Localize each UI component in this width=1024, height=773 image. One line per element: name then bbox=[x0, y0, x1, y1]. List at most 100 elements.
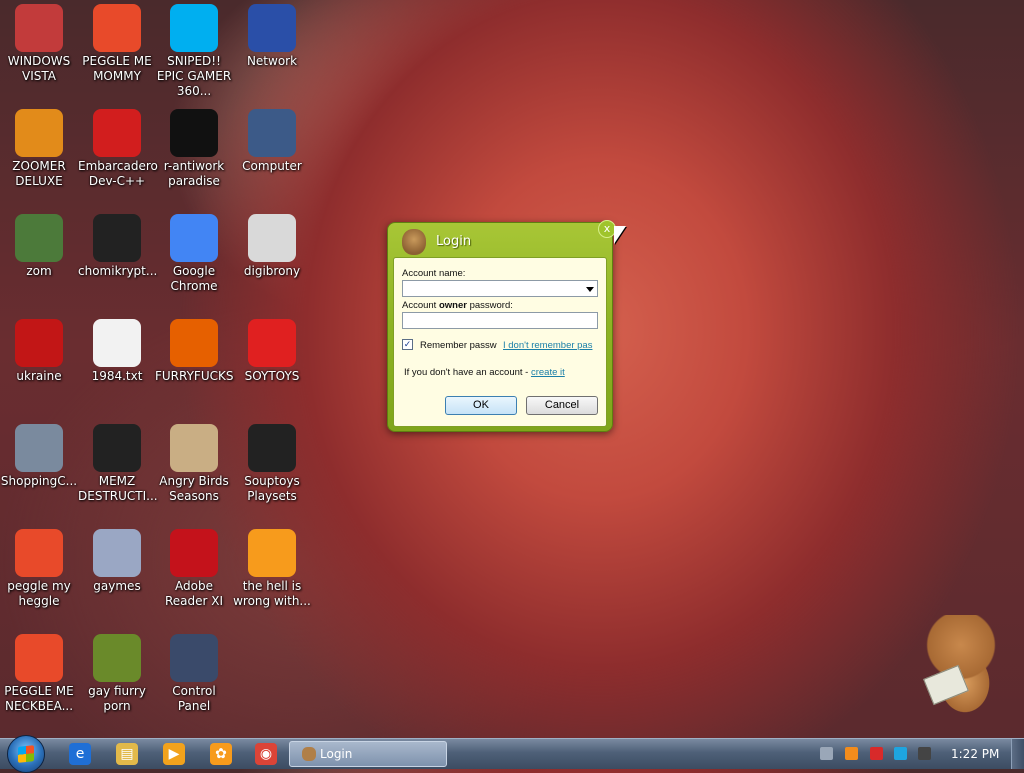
account-name-label: Account name: bbox=[402, 268, 466, 279]
desktop-icon[interactable]: the hell is wrong with... bbox=[233, 529, 311, 609]
digibrony-icon bbox=[248, 214, 296, 262]
games-folder-icon bbox=[93, 529, 141, 577]
desktop-icon[interactable]: FURRYFUCKS bbox=[155, 319, 233, 384]
volume-tray-icon[interactable] bbox=[918, 747, 931, 760]
hamster-gadget-icon[interactable] bbox=[923, 615, 1005, 715]
create-account-link[interactable]: create it bbox=[531, 367, 565, 378]
desktop-icon[interactable]: Google Chrome bbox=[155, 214, 233, 294]
desktop-icon[interactable]: r-antiwork paradise bbox=[155, 109, 233, 189]
text-file-icon bbox=[93, 319, 141, 367]
search-tray-icon[interactable] bbox=[845, 747, 858, 760]
desktop-icon-label: MEMZ DESTRUCTI... bbox=[78, 474, 158, 503]
desktop-icon[interactable]: 1984.txt bbox=[78, 319, 156, 384]
internet-explorer-icon[interactable]: e bbox=[69, 743, 91, 765]
desktop-icon[interactable]: peggle my heggle bbox=[0, 529, 78, 609]
desktop-icon[interactable]: digibrony bbox=[233, 214, 311, 279]
cancel-button[interactable]: Cancel bbox=[526, 396, 598, 415]
soytoys-icon bbox=[248, 319, 296, 367]
desktop-icon-label: the hell is wrong with... bbox=[233, 579, 311, 608]
desktop-icon-label: FURRYFUCKS bbox=[155, 369, 234, 383]
desktop-icon[interactable]: zom bbox=[0, 214, 78, 279]
desktop-icon-label: Control Panel bbox=[172, 684, 216, 713]
explorer-folder-icon[interactable]: ▤ bbox=[116, 743, 138, 765]
desktop-icon-label: ZOOMER DELUXE bbox=[12, 159, 66, 188]
skype-icon bbox=[170, 4, 218, 52]
media-player-icon[interactable]: ▶ bbox=[163, 743, 185, 765]
desktop-icon[interactable]: Control Panel bbox=[155, 634, 233, 714]
chevron-down-icon[interactable] bbox=[586, 287, 594, 292]
desktop-icon-label: 1984.txt bbox=[91, 369, 143, 383]
network-tray-icon[interactable] bbox=[820, 747, 833, 760]
desktop-icon[interactable]: chomikrypt... bbox=[78, 214, 158, 279]
radiation-icon bbox=[15, 319, 63, 367]
desktop-icon[interactable]: gay fiurry porn bbox=[78, 634, 156, 714]
desktop-icon-label: Souptoys Playsets bbox=[244, 474, 300, 503]
firefox-icon bbox=[170, 319, 218, 367]
taskbar-login-button[interactable]: Login bbox=[289, 741, 447, 767]
desktop-icon[interactable]: SOYTOYS bbox=[233, 319, 311, 384]
desktop-icon[interactable]: PEGGLE ME NECKBEA... bbox=[0, 634, 78, 714]
desktop-icon-label: Embarcadero Dev-C++ bbox=[78, 159, 158, 188]
desktop-icon[interactable]: Embarcadero Dev-C++ bbox=[78, 109, 158, 189]
desktop-icon-label: gaymes bbox=[93, 579, 141, 593]
desktop-icon-label: chomikrypt... bbox=[78, 264, 158, 278]
network-icon bbox=[248, 4, 296, 52]
desktop-icon[interactable]: ZOOMER DELUXE bbox=[0, 109, 78, 189]
desktop-icon-label: peggle my heggle bbox=[7, 579, 71, 608]
desktop-icon-label: Computer bbox=[242, 159, 302, 173]
login-dialog: Login x Account name: Account owner pass… bbox=[387, 220, 616, 432]
no-account-text: If you don't have an account - create it bbox=[404, 367, 565, 378]
remember-password-checkbox[interactable]: ✓ bbox=[402, 339, 413, 350]
hamster-app-icon bbox=[302, 747, 316, 761]
desktop-icon-label: Adobe Reader XI bbox=[164, 579, 224, 608]
desktop-icon[interactable]: Adobe Reader XI bbox=[155, 529, 233, 609]
desktop-icon-label: Angry Birds Seasons bbox=[159, 474, 229, 503]
souptoys-icon bbox=[248, 424, 296, 472]
taskbar-login-label: Login bbox=[320, 747, 353, 761]
chrome-icon bbox=[170, 214, 218, 262]
desktop-icon[interactable]: ukraine bbox=[0, 319, 78, 384]
computer-icon bbox=[248, 109, 296, 157]
antiwork-icon bbox=[170, 109, 218, 157]
desktop-icon[interactable]: Souptoys Playsets bbox=[233, 424, 311, 504]
desktop-icon-label: SNIPED!! EPIC GAMER 360... bbox=[156, 54, 232, 98]
zom-icon bbox=[15, 214, 63, 262]
desktop-icon[interactable]: gaymes bbox=[78, 529, 156, 594]
flag-tray-icon[interactable] bbox=[870, 747, 883, 760]
desktop-icon-label: PEGGLE ME NECKBEA... bbox=[4, 684, 74, 713]
uc-browser-icon[interactable]: ✿ bbox=[210, 743, 232, 765]
desktop-icon[interactable]: Computer bbox=[233, 109, 311, 174]
desktop-icon[interactable]: ShoppingC... bbox=[0, 424, 78, 489]
password-field[interactable] bbox=[402, 312, 598, 329]
desktop-icon-label: Google Chrome bbox=[170, 264, 218, 293]
desktop-icon[interactable]: Network bbox=[233, 4, 311, 69]
desktop-icon-label: zom bbox=[26, 264, 52, 278]
desktop-icon-label: r-antiwork paradise bbox=[163, 159, 225, 188]
hamster-app-icon bbox=[402, 229, 426, 255]
windows-logo-icon bbox=[18, 745, 34, 763]
forgot-password-link[interactable]: I don't remember pas bbox=[503, 340, 592, 351]
adobe-reader-icon bbox=[170, 529, 218, 577]
desktop-icon[interactable]: PEGGLE ME MOMMY bbox=[78, 4, 156, 84]
book-icon bbox=[923, 664, 969, 706]
show-desktop-button[interactable] bbox=[1011, 739, 1024, 769]
desktop-icon[interactable]: WINDOWS VISTA bbox=[0, 4, 78, 84]
memz-icon bbox=[93, 424, 141, 472]
ok-button[interactable]: OK bbox=[445, 396, 517, 415]
dev-cpp-icon bbox=[93, 109, 141, 157]
desktop-icon[interactable]: MEMZ DESTRUCTI... bbox=[78, 424, 158, 504]
remember-password-label: Remember passw bbox=[420, 340, 497, 351]
account-name-combobox[interactable] bbox=[402, 280, 598, 297]
chrome-icon[interactable]: ◉ bbox=[255, 743, 277, 765]
peggle-icon bbox=[93, 4, 141, 52]
display-tray-icon[interactable] bbox=[894, 747, 907, 760]
desktop-icon-label: WINDOWS VISTA bbox=[7, 54, 71, 83]
desktop-icon-label: digibrony bbox=[243, 264, 301, 278]
clock[interactable]: 1:22 PM bbox=[951, 747, 999, 761]
angry-birds-icon bbox=[170, 424, 218, 472]
taskbar: e ▤ ▶ ✿ ◉ Login 1:22 PM bbox=[0, 735, 1024, 773]
desktop-icon[interactable]: SNIPED!! EPIC GAMER 360... bbox=[155, 4, 233, 99]
desktop-icon[interactable]: Angry Birds Seasons bbox=[155, 424, 233, 504]
desktop-icon-label: Network bbox=[246, 54, 298, 68]
start-button[interactable] bbox=[7, 735, 45, 773]
